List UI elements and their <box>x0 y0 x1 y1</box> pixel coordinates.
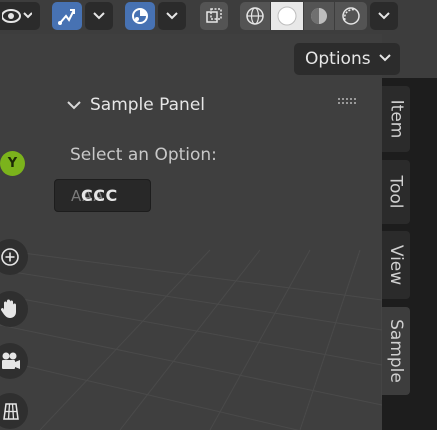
shading-material-button[interactable] <box>304 2 334 30</box>
solid-sphere-icon <box>277 6 297 26</box>
xray-icon <box>206 8 222 23</box>
wireframe-sphere-icon <box>246 7 264 25</box>
panel-title: Sample Panel <box>90 95 206 115</box>
chevron-down-icon <box>67 101 81 110</box>
gizmo-toggle-button[interactable] <box>52 2 82 30</box>
overlay-icon <box>132 8 148 24</box>
eye-icon <box>2 9 32 23</box>
enum-selected-value: CCC <box>81 186 118 205</box>
gizmo-dropdown[interactable] <box>85 2 113 30</box>
shading-wireframe-button[interactable] <box>240 2 270 30</box>
panel-header[interactable]: Sample Panel <box>66 92 366 118</box>
tab-item[interactable]: Item <box>382 86 410 152</box>
tab-view[interactable]: View <box>382 231 410 299</box>
grid-icon <box>3 403 19 420</box>
tab-sample-label: Sample <box>386 319 406 383</box>
axis-y-label: Y <box>7 156 18 171</box>
drag-grip-icon[interactable] <box>338 98 356 106</box>
chevron-down-icon <box>166 12 178 20</box>
visibility-dropdown[interactable] <box>0 2 40 30</box>
overlay-toggle-button[interactable] <box>125 2 155 30</box>
tab-tool[interactable]: Tool <box>382 160 410 224</box>
hand-icon <box>0 299 16 318</box>
chevron-down-icon <box>378 12 390 20</box>
tab-item-label: Item <box>386 99 407 139</box>
overlay-dropdown[interactable] <box>158 2 186 30</box>
option-enum-field[interactable]: AAA CCC <box>54 179 151 212</box>
select-option-label: Select an Option: <box>70 145 217 165</box>
viewport-header <box>0 0 437 34</box>
tab-sample[interactable]: Sample <box>382 307 410 395</box>
chevron-down-icon <box>93 12 105 20</box>
options-dropdown[interactable]: Options <box>294 43 400 75</box>
shading-rendered-button[interactable] <box>335 2 367 30</box>
xray-toggle-button[interactable] <box>200 2 228 30</box>
gizmo-arrow-icon <box>58 9 75 25</box>
chevron-down-icon <box>379 54 391 62</box>
shading-solid-button[interactable] <box>271 2 303 30</box>
zoom-plus-icon <box>1 248 19 266</box>
tab-view-label: View <box>386 244 406 286</box>
axis-y-gizmo[interactable]: Y <box>0 151 25 176</box>
rendered-sphere-icon <box>342 7 360 25</box>
shading-dropdown[interactable] <box>370 2 398 30</box>
tab-tool-label: Tool <box>386 175 406 209</box>
camera-icon <box>2 352 20 369</box>
material-sphere-icon <box>311 8 327 24</box>
options-label: Options <box>305 49 371 69</box>
